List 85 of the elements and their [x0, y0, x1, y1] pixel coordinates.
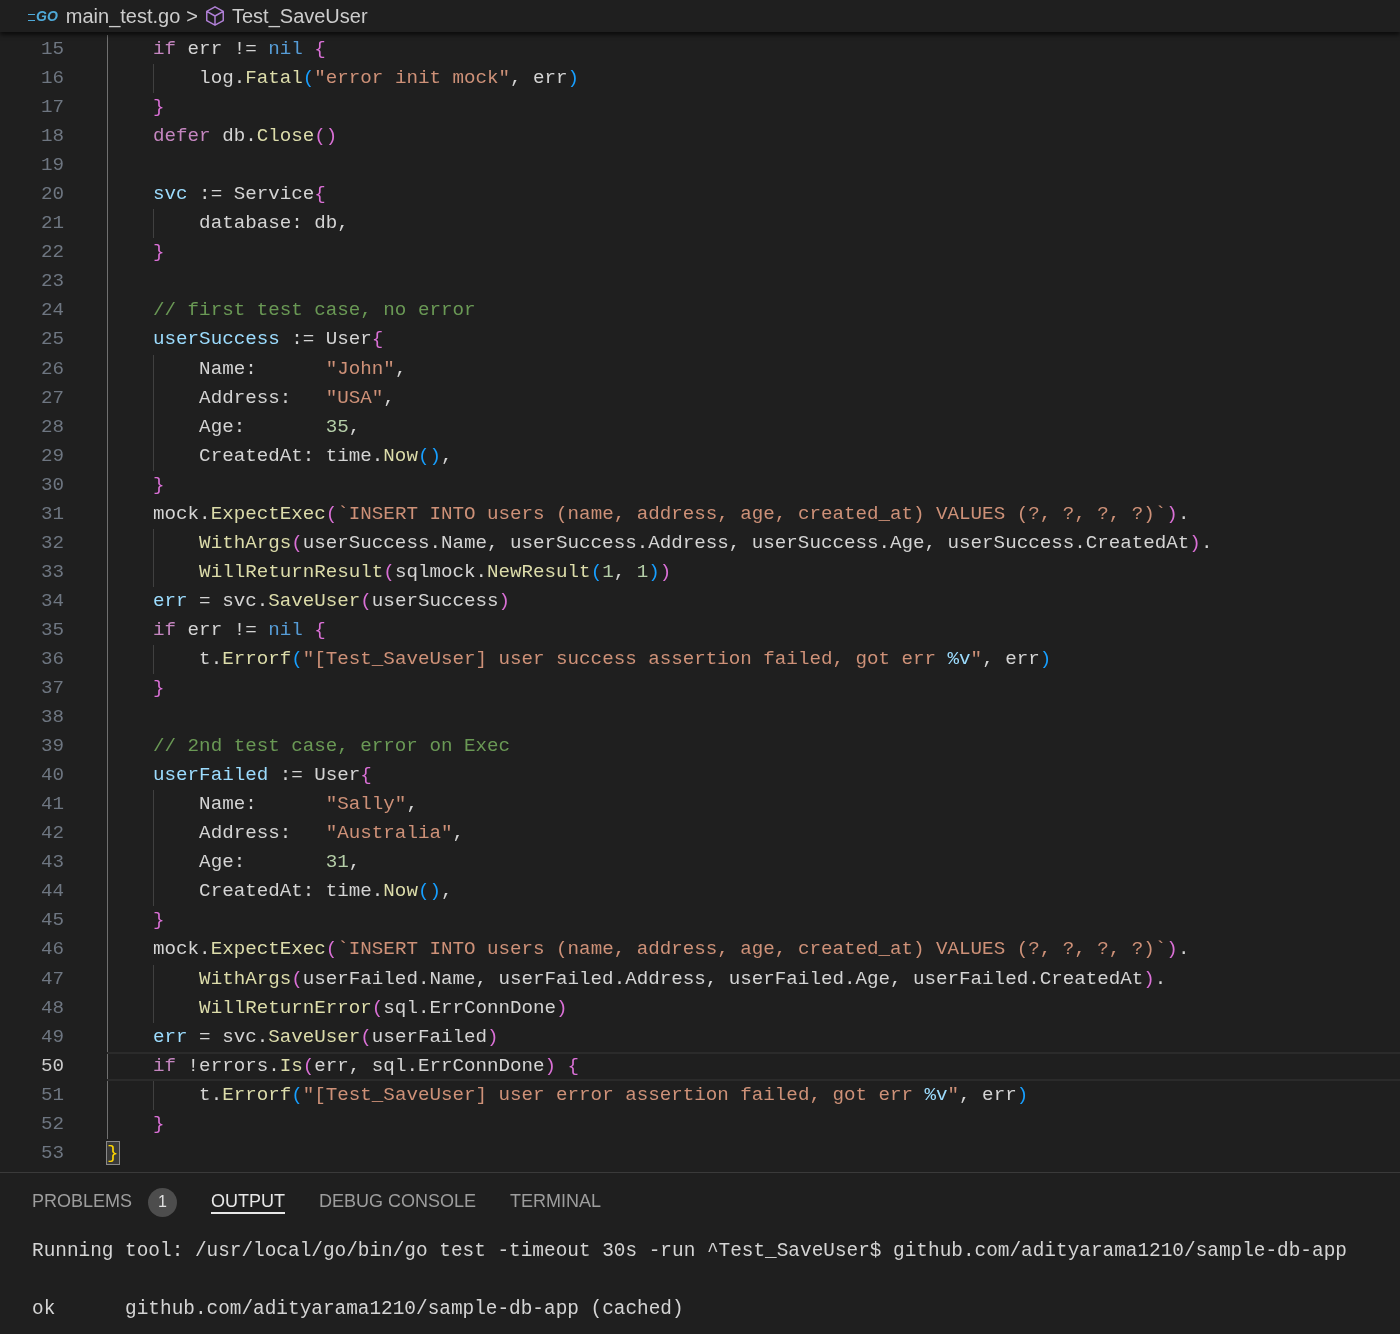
code-line: err = svc.SaveUser(userFailed): [152, 1025, 499, 1048]
line-number: 32: [39, 530, 64, 556]
line-number: 42: [39, 821, 64, 847]
code-line: err = svc.SaveUser(userSuccess): [152, 589, 511, 612]
code-line: Address: "Australia",: [198, 822, 464, 845]
code-line: userFailed := User{: [152, 764, 372, 787]
breadcrumb-separator: >: [186, 4, 198, 28]
code-line: }: [152, 96, 165, 119]
line-number: 40: [39, 763, 64, 789]
code-line: t.Errorf("[Test_SaveUser] user success assertion failed, got err %v", err): [198, 648, 1052, 670]
code-line: Age: 35,: [198, 415, 361, 438]
line-number: 15: [39, 37, 64, 62]
code-line: }: [152, 909, 165, 932]
line-number: 26: [39, 356, 64, 382]
code-line: userSuccess := User{: [152, 328, 384, 351]
code-line: WithArgs(userFailed.Name, userFailed.Address, userFailed.Age, userFailed.CreatedAt).: [198, 967, 1167, 990]
line-number: 37: [39, 676, 64, 702]
code-line: mock.ExpectExec(`INSERT INTO users (name, address, age, created_at) VALUES (?, ?, ?, ?)`).: [152, 502, 1190, 525]
line-number: 33: [39, 559, 64, 585]
code-line: // first test case, no error: [152, 299, 476, 322]
line-number: 17: [39, 95, 64, 121]
panel-tab[interactable]: OUTPUT: [211, 1190, 286, 1214]
code-line: Age: 31,: [198, 851, 361, 874]
line-number: 31: [39, 501, 64, 527]
code-line: CreatedAt: time.Now(),: [198, 444, 453, 467]
line-number: 53: [39, 1140, 64, 1166]
line-number: 48: [39, 995, 64, 1021]
line-number: 24: [39, 298, 64, 324]
code-line: svc := Service{: [152, 183, 326, 206]
line-number: 44: [39, 879, 64, 905]
line-number: 52: [39, 1111, 64, 1137]
line-number: 20: [39, 182, 64, 208]
code-line: Address: "USA",: [198, 386, 395, 409]
line-number: 47: [39, 966, 64, 992]
line-number: 45: [39, 908, 64, 934]
line-number: 50: [39, 1053, 64, 1079]
line-number: 35: [39, 617, 64, 643]
line-number: 27: [39, 385, 64, 411]
problems-count-badge: 1: [148, 1187, 178, 1217]
output-line: Running tool: /usr/local/go/bin/go test -timeout 30s -run ^Test_SaveUser$ github.com/adityarama1210/sample-db-app: [32, 1240, 1347, 1262]
code-line: Name: "Sally",: [198, 793, 418, 816]
code-line: t.Errorf("[Test_SaveUser] user error assertion failed, got err %v", err): [198, 1083, 1029, 1106]
code-line: CreatedAt: time.Now(),: [198, 880, 453, 903]
code-line: log.Fatal("error init mock", err): [198, 67, 580, 90]
line-number: 23: [39, 269, 64, 295]
code-line: Name: "John",: [198, 357, 407, 380]
line-number: 41: [39, 792, 64, 818]
line-number: 34: [39, 588, 64, 614]
line-number: 29: [39, 443, 64, 469]
line-number: 51: [39, 1082, 64, 1108]
line-number: 36: [39, 647, 64, 672]
line-number: 30: [39, 472, 64, 498]
code-line: mock.ExpectExec(`INSERT INTO users (name, address, age, created_at) VALUES (?, ?, ?, ?)`).: [152, 938, 1190, 961]
panel-tab[interactable]: DEBUG CONSOLE: [319, 1190, 477, 1214]
line-number: 21: [39, 211, 64, 237]
code-line: if err != nil {: [152, 618, 326, 641]
line-number: 25: [39, 327, 64, 353]
code-line: }: [152, 677, 165, 700]
line-number: 28: [39, 414, 64, 440]
code-line: }: [152, 1112, 165, 1135]
code-line: defer db.Close(): [152, 125, 338, 148]
line-number: 19: [39, 153, 64, 179]
line-number: 39: [39, 734, 64, 760]
output-line: ok github.com/adityarama1210/sample-db-app (cached): [32, 1298, 684, 1320]
code-line: }: [152, 241, 165, 264]
cube-icon: [204, 5, 226, 27]
breadcrumb-file[interactable]: main_test.go: [65, 4, 181, 28]
line-number: 38: [39, 705, 64, 731]
line-number: 46: [39, 937, 64, 963]
breadcrumb-symbol[interactable]: Test_SaveUser: [232, 4, 368, 28]
code-line: WillReturnError(sql.ErrConnDone): [198, 996, 568, 1019]
panel-tab[interactable]: TERMINAL: [510, 1190, 602, 1214]
code-line: if err != nil {: [152, 38, 326, 60]
code-line: // 2nd test case, error on Exec: [152, 735, 510, 758]
code-line: WithArgs(userSuccess.Name, userSuccess.Address, userSuccess.Age, userSuccess.CreatedAt).: [198, 531, 1213, 554]
code-line: }: [152, 473, 165, 496]
line-number: 16: [39, 66, 64, 92]
code-line: database: db,: [198, 212, 349, 235]
code-line: if !errors.Is(err, sql.ErrConnDone) {: [152, 1054, 580, 1077]
panel-tab[interactable]: PROBLEMS: [32, 1190, 133, 1214]
line-number: 18: [39, 124, 64, 150]
code-line: WillReturnResult(sqlmock.NewResult(1, 1)): [198, 560, 672, 583]
line-number: 22: [39, 240, 64, 266]
line-number: 43: [39, 850, 64, 876]
line-number: 49: [39, 1024, 64, 1050]
